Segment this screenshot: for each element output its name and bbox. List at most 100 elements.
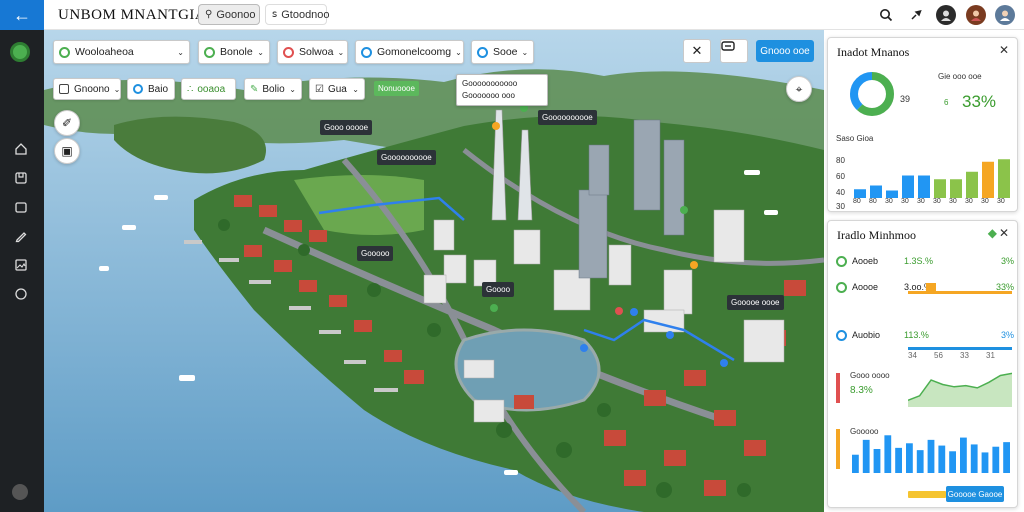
filter-ooaoa[interactable]: ∴ ooaoa xyxy=(181,78,236,100)
panel-title: Inadot Mnanos xyxy=(837,45,910,59)
search-icon[interactable] xyxy=(876,5,896,25)
chart-bar xyxy=(895,447,902,473)
y-label: 60 xyxy=(836,172,845,181)
bookmark-icon[interactable]: ⌖ xyxy=(786,76,812,102)
accent-bar xyxy=(836,429,840,469)
green-dots-icon: ∴ xyxy=(187,83,194,95)
chart-bar xyxy=(960,437,967,473)
tab-gtoodnoo[interactable]: ꜱ Gtoodnoo xyxy=(265,4,330,25)
filter-label: Gua xyxy=(327,83,347,95)
filter-solwoa[interactable]: Solwoa ⌄ xyxy=(277,40,348,64)
avatar[interactable] xyxy=(966,5,986,25)
city-map[interactable]: Wooloaheoa ⌄ Bonole ⌄ Solwoa ⌄ Gomonelco… xyxy=(44,30,824,512)
layers-icon[interactable] xyxy=(12,169,30,187)
settings-icon[interactable] xyxy=(12,484,28,500)
status-dot-icon xyxy=(836,330,847,341)
chevron-down-icon: ⌄ xyxy=(337,47,345,57)
tab-label: Gtoodnoo xyxy=(281,8,330,21)
row-name: Aoooe xyxy=(852,282,879,292)
draw-icon[interactable]: ✐ xyxy=(54,110,80,136)
list-item[interactable]: Aooeb 1.3S.% 3% xyxy=(834,253,1018,273)
x-tick-label: 30 xyxy=(981,198,989,205)
details-panel: Iradlo Minhmoo ◆ ✕ Aooeb 1.3S.% 3% Aoooe… xyxy=(827,220,1018,508)
tab-goonoo[interactable]: ⚲ Goonoo xyxy=(198,4,260,25)
filter-label: Sooe xyxy=(493,46,518,58)
primary-button[interactable]: Gnooo ooe xyxy=(756,40,814,62)
app-title: UNBOM MNANTGIA xyxy=(58,7,207,23)
filter-label: ooaoa xyxy=(197,83,226,95)
donut-chart xyxy=(850,72,894,116)
chart-bar xyxy=(927,439,935,473)
filter-gomonelcoomg[interactable]: Gomonelcoomg ⌄ xyxy=(355,40,464,64)
leaf-icon[interactable]: ◆ xyxy=(988,226,997,240)
close-icon[interactable]: ✕ xyxy=(999,43,1009,57)
map-label[interactable]: Goooo xyxy=(482,282,515,297)
filter-baio[interactable]: Baio xyxy=(127,78,175,100)
chart3-label: Gooo oooo xyxy=(850,371,890,380)
axis-label: 31 xyxy=(986,351,995,360)
chevron-down-icon: ⌄ xyxy=(455,47,462,57)
avatar[interactable] xyxy=(936,5,956,25)
filter-sooe[interactable]: Sooe ⌄ xyxy=(471,40,534,64)
filter-bonole[interactable]: Bonole ⌄ xyxy=(198,40,270,64)
calendar-icon[interactable]: ▣ xyxy=(54,138,80,164)
globe-icon xyxy=(477,46,488,58)
close-icon[interactable]: ✕ xyxy=(999,226,1009,240)
leaf-icon xyxy=(204,46,215,58)
filter-gua[interactable]: ☑ Gua ⌄ xyxy=(309,78,365,100)
filter-label: Bolio xyxy=(262,83,285,95)
info-icon xyxy=(133,84,143,94)
map-label[interactable]: Goooooooooe xyxy=(377,150,436,165)
x-tick-label: 30 xyxy=(949,198,957,205)
pin-icon[interactable] xyxy=(906,5,926,25)
close-icon[interactable]: ✕ xyxy=(683,39,711,63)
chart-bar xyxy=(902,175,914,198)
filter-gnoono[interactable]: Gnoono ⌄ xyxy=(53,78,121,100)
chevron-down-icon: ⌄ xyxy=(113,84,121,94)
map-label[interactable]: Nonuoooe xyxy=(374,81,419,96)
chart-bar xyxy=(870,185,882,198)
leaf-icon xyxy=(59,46,70,58)
chart-bar xyxy=(934,179,946,198)
axis-label: 34 xyxy=(908,351,917,360)
map-label[interactable]: Gooo ooooe xyxy=(320,120,373,135)
area-chart xyxy=(908,372,1012,407)
pen-icon[interactable] xyxy=(12,227,30,245)
row-name: Aooeb xyxy=(852,256,879,266)
tooltip-line: Gooooooo ooo xyxy=(462,91,515,100)
avatar[interactable] xyxy=(995,5,1015,25)
chart-bar xyxy=(949,451,956,473)
chart-bar xyxy=(886,190,898,198)
left-sidebar: ← xyxy=(0,0,44,512)
folder-icon[interactable] xyxy=(12,198,30,216)
map-label[interactable]: Gooooo xyxy=(357,246,394,261)
chart-bar xyxy=(998,159,1010,198)
footer-button[interactable]: Gooooe Gaooe xyxy=(946,486,1004,502)
stat-caption: Gie ooo ooe xyxy=(938,72,982,81)
home-icon[interactable] xyxy=(12,140,30,158)
x-tick-label: 80 xyxy=(853,198,861,205)
filter-bolio[interactable]: ✎ Bolio ⌄ xyxy=(244,78,302,100)
circle-icon[interactable] xyxy=(12,285,30,303)
chart-bar xyxy=(884,435,892,473)
map-label[interactable]: Gooooe oooe xyxy=(727,295,784,310)
x-axis-labels: 80 80 30 30 30 30 30 30 30 30 xyxy=(852,198,1012,208)
chevron-down-icon: ⌄ xyxy=(177,47,184,57)
filter-label: Bonole xyxy=(220,46,253,58)
filter-label: Baio xyxy=(148,83,169,95)
filter-label: Gnoono xyxy=(74,83,110,95)
chart-bar xyxy=(950,179,962,198)
chevron-down-icon: ⌄ xyxy=(521,47,529,57)
list-item[interactable]: Auobio 113.% 3% xyxy=(834,327,1018,347)
map-label[interactable]: Goooooooooe xyxy=(538,110,597,125)
back-arrow-icon[interactable]: ← xyxy=(0,0,44,30)
chart-bar xyxy=(852,454,859,473)
stat-prefix: 6 xyxy=(944,98,949,107)
filter-label: Gomonelcoomg xyxy=(377,46,452,58)
image-icon[interactable] xyxy=(12,256,30,274)
chevron-down-icon: ⌄ xyxy=(352,84,359,94)
accent-bar xyxy=(836,373,840,403)
app-logo-icon[interactable] xyxy=(10,42,30,62)
filter-wooloaheoa[interactable]: Wooloaheoa ⌄ xyxy=(53,40,190,64)
layers-icon[interactable] xyxy=(720,39,748,63)
